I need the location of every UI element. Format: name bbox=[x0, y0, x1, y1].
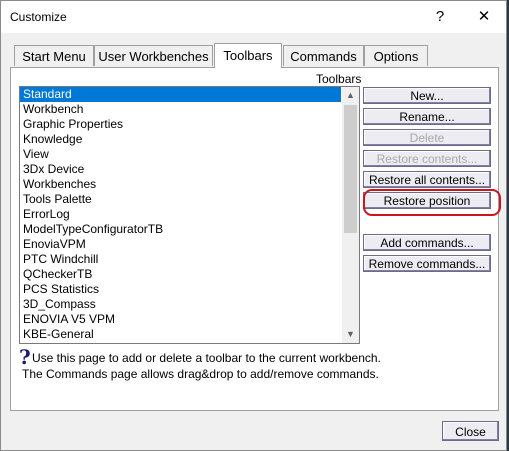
toolbar-listbox[interactable]: Standard Workbench Graphic Properties Knowl… bbox=[19, 86, 360, 344]
toolbar-list-item[interactable]: ModelTypeConfiguratorTB bbox=[20, 222, 341, 237]
toolbar-list-item[interactable]: EnoviaVPM bbox=[20, 237, 341, 252]
scroll-down-icon[interactable]: ▼ bbox=[342, 326, 359, 343]
tab-commands[interactable]: Commands bbox=[283, 45, 364, 66]
new-button[interactable]: New... bbox=[363, 87, 491, 104]
list-scrollbar[interactable]: ▲ ▼ bbox=[342, 87, 359, 343]
remove-commands-button[interactable]: Remove commands... bbox=[363, 255, 491, 272]
toolbar-list-item[interactable]: KBE-General bbox=[20, 327, 341, 342]
close-button[interactable]: Close bbox=[442, 421, 499, 441]
tab-user-workbenches[interactable]: User Workbenches bbox=[94, 45, 213, 66]
help-text-line-1: Use this page to add or delete a toolbar… bbox=[32, 351, 381, 365]
toolbars-group-label: Toolbars bbox=[316, 72, 362, 86]
toolbar-list-item[interactable]: ErrorLog bbox=[20, 207, 341, 222]
window-title: Customize bbox=[10, 10, 67, 24]
toolbar-list-item[interactable]: PCS Statistics bbox=[20, 282, 341, 297]
dialog-client-area: Start Menu User Workbenches Toolbars Com… bbox=[1, 33, 506, 450]
delete-button[interactable]: Delete bbox=[363, 129, 491, 146]
scroll-up-icon[interactable]: ▲ bbox=[342, 87, 359, 104]
toolbar-list-item[interactable]: Workbench bbox=[20, 102, 341, 117]
toolbar-list-item[interactable]: QCheckerTB bbox=[20, 267, 341, 282]
toolbar-list-item[interactable]: Knowledge bbox=[20, 132, 341, 147]
toolbar-list-item[interactable]: PTC Windchill bbox=[20, 252, 341, 267]
toolbar-list-item[interactable]: 3D_Compass bbox=[20, 297, 341, 312]
close-title-button[interactable]: ✕ bbox=[462, 1, 506, 33]
toolbar-list-item[interactable]: View bbox=[20, 147, 341, 162]
help-icon: ? bbox=[19, 345, 31, 369]
rename-button[interactable]: Rename... bbox=[363, 108, 491, 125]
toolbar-list: Standard Workbench Graphic Properties Knowl… bbox=[20, 87, 341, 342]
restore-all-contents-button[interactable]: Restore all contents... bbox=[363, 171, 491, 188]
help-text-line-2: The Commands page allows drag&drop to ad… bbox=[22, 367, 379, 381]
help-title-button[interactable]: ? bbox=[418, 1, 462, 33]
toolbar-list-item[interactable]: 3Dx Device bbox=[20, 162, 341, 177]
toolbar-list-item[interactable]: ENOVIA V5 VPM bbox=[20, 312, 341, 327]
toolbar-list-item[interactable]: Standard bbox=[20, 87, 341, 102]
add-commands-button[interactable]: Add commands... bbox=[363, 234, 491, 251]
tab-toolbars[interactable]: Toolbars bbox=[214, 43, 282, 68]
tab-options[interactable]: Options bbox=[364, 45, 428, 66]
toolbar-list-item[interactable]: Tools Palette bbox=[20, 192, 341, 207]
title-bar: Customize ? ✕ bbox=[1, 1, 506, 33]
restore-position-button[interactable]: Restore position bbox=[363, 192, 491, 209]
scroll-thumb[interactable] bbox=[344, 105, 357, 233]
restore-contents-button[interactable]: Restore contents... bbox=[363, 150, 491, 167]
toolbar-list-item[interactable]: Graphic Properties bbox=[20, 117, 341, 132]
tab-start-menu[interactable]: Start Menu bbox=[14, 45, 94, 66]
customize-dialog: Customize ? ✕ Start Menu User Workbenche… bbox=[0, 0, 507, 451]
toolbar-list-item[interactable]: Workbenches bbox=[20, 177, 341, 192]
